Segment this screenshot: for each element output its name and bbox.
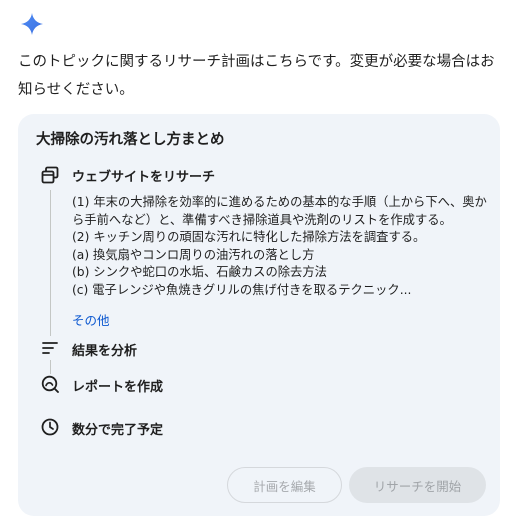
start-research-button[interactable]: リサーチを開始 <box>349 467 486 503</box>
detail-line: (b) シンクや蛇口の水垢、石鹸カスの除去方法 <box>72 265 327 280</box>
detail-line: (c) 電子レンジや魚焼きグリルの焦げ付きを取るテクニック... <box>72 282 412 297</box>
clock-icon <box>41 418 59 436</box>
gemini-sparkle-icon <box>21 13 43 35</box>
edit-plan-button[interactable]: 計画を編集 <box>227 467 342 503</box>
step-connector <box>50 360 51 374</box>
research-plan-card: 大掃除の汚れ落とし方まとめ ウェブサイトをリサーチ (1) 年末の大掃除を効率的… <box>18 114 500 516</box>
chat-response: このトピックに関するリサーチ計画はこちらです。変更が必要な場合はお知らせください… <box>0 0 513 523</box>
step-analyze: 結果を分析 <box>72 344 138 359</box>
detail-line: (a) 換気扇やコンロ周りの油汚れの落とし方 <box>72 247 315 262</box>
step-time-estimate: 数分で完了予定 <box>72 423 164 438</box>
more-link[interactable]: その他 <box>72 310 110 329</box>
plan-title: 大掃除の汚れ落とし方まとめ <box>36 132 225 148</box>
report-icon <box>41 375 59 393</box>
website-search-icon <box>41 166 59 184</box>
analyze-lines-icon <box>42 342 58 354</box>
step-website-research: ウェブサイトをリサーチ <box>72 170 216 185</box>
intro-text: このトピックに関するリサーチ計画はこちらです。変更が必要な場合はお知らせください… <box>18 54 495 98</box>
research-details: (1) 年末の大掃除を効率的に進めるための基本的な手順（上から下へ、奥から手前へ… <box>72 194 490 300</box>
detail-line: (2) キッチン周りの頑固な汚れに特化した掃除方法を調査する。 <box>72 230 426 245</box>
detail-line: (1) 年末の大掃除を効率的に進めるための基本的な手順（上から下へ、奥から手前へ… <box>72 195 487 227</box>
step-report: レポートを作成 <box>72 380 164 395</box>
step-connector <box>50 190 51 336</box>
